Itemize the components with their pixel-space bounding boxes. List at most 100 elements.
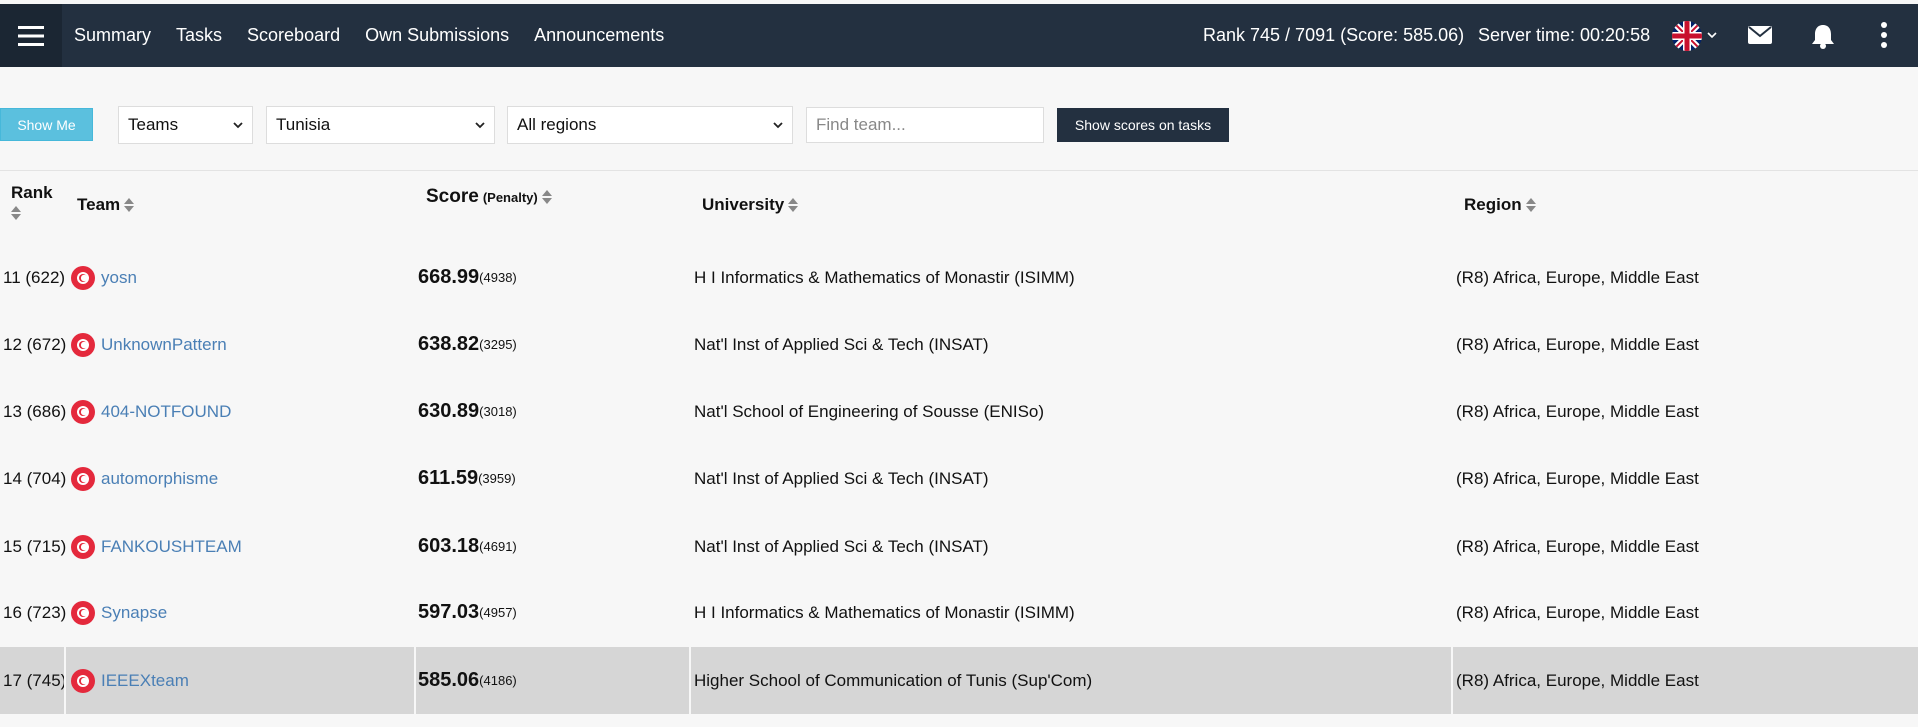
nav-summary[interactable]: Summary [74, 25, 151, 46]
table-row: 15 (715) FANKOUSHTEAM 603.18 (4691) Nat'l In… [0, 513, 1918, 580]
sort-icon[interactable] [11, 205, 21, 221]
rank-cell: 12 (672) [3, 334, 67, 354]
score-value: 603.18 [418, 535, 480, 557]
region-cell: (R8) Africa, Europe, Middle East [1456, 267, 1699, 287]
show-me-button[interactable]: Show Me [0, 108, 93, 141]
score-value: 597.03 [418, 601, 480, 623]
region-cell: (R8) Africa, Europe, Middle East [1456, 401, 1699, 421]
tunisia-flag-icon [71, 332, 95, 357]
hamburger-menu-icon[interactable] [0, 4, 62, 67]
rank-cell: 13 (686) [3, 401, 67, 421]
university-cell: H I Informatics & Mathematics of Monasti… [694, 602, 1075, 622]
penalty-value: (4957) [479, 605, 517, 620]
university-cell: Nat'l Inst of Applied Sci & Tech (INSAT) [694, 468, 989, 488]
team-link[interactable]: automorphisme [101, 469, 218, 489]
show-scores-button[interactable]: Show scores on tasks [1057, 108, 1229, 142]
penalty-value: (3018) [479, 404, 517, 419]
sort-icon[interactable] [541, 189, 552, 205]
team-link[interactable]: FANKOUSHTEAM [101, 537, 242, 557]
score-cell: 585.06 (4186) [418, 647, 517, 714]
uk-flag-icon[interactable] [1672, 21, 1702, 51]
team-cell: automorphisme [71, 445, 218, 512]
chevron-down-icon [772, 117, 784, 137]
mail-icon[interactable] [1748, 25, 1772, 50]
country-select[interactable]: Tunisia [266, 106, 495, 144]
score-cell: 603.18 (4691) [418, 513, 517, 580]
rank-cell: 11 (622) [3, 267, 66, 287]
header-university[interactable]: University [702, 195, 799, 215]
header-team[interactable]: Team [77, 195, 135, 215]
team-link[interactable]: IEEEXteam [101, 671, 189, 691]
penalty-value: (3295) [479, 337, 517, 352]
team-link[interactable]: UnknownPattern [101, 335, 227, 355]
sort-icon[interactable] [124, 197, 135, 213]
nav-own-submissions[interactable]: Own Submissions [365, 25, 509, 46]
tunisia-flag-icon [71, 399, 95, 424]
table-row: 11 (622) yosn 668.99 (4938) H I Informatics … [0, 244, 1918, 311]
university-cell: Higher School of Communication of Tunis … [694, 670, 1093, 690]
score-value: 638.82 [418, 333, 480, 355]
rank-cell: 17 (745) [3, 670, 67, 690]
find-team-input[interactable] [806, 107, 1044, 143]
header-rank[interactable]: Rank [11, 183, 53, 221]
rank-cell: 15 (715) [3, 536, 67, 556]
type-select[interactable]: Teams [118, 106, 253, 144]
team-cell: Synapse [71, 579, 167, 646]
penalty-value: (4186) [479, 673, 517, 688]
tunisia-flag-icon [71, 265, 95, 290]
penalty-value: (4691) [479, 539, 517, 554]
penalty-value: (4938) [479, 270, 517, 285]
tunisia-flag-icon [71, 600, 95, 625]
tunisia-flag-icon [71, 466, 95, 491]
team-cell: yosn [71, 244, 137, 311]
header-region[interactable]: Region [1464, 195, 1536, 215]
server-time: Server time: 00:20:58 [1478, 25, 1651, 45]
column-divider [1451, 647, 1453, 714]
score-value: 668.99 [418, 266, 480, 288]
score-cell: 597.03 (4957) [418, 579, 517, 646]
region-select[interactable]: All regions [507, 106, 793, 144]
university-cell: H I Informatics & Mathematics of Monasti… [694, 267, 1075, 287]
table-row: 12 (672) UnknownPattern 638.82 (3295) Nat'l … [0, 311, 1918, 378]
column-divider [689, 647, 691, 714]
bell-icon[interactable] [1811, 23, 1835, 54]
rank-cell: 14 (704) [3, 468, 67, 488]
team-cell: IEEEXteam [71, 647, 189, 714]
main-nav: Summary Tasks Scoreboard Own Submissions… [74, 4, 664, 67]
university-cell: Nat'l Inst of Applied Sci & Tech (INSAT) [694, 334, 989, 354]
table-row: 16 (723) Synapse 597.03 (4957) H I Informati… [0, 579, 1918, 646]
nav-scoreboard[interactable]: Scoreboard [247, 25, 340, 46]
score-cell: 638.82 (3295) [418, 311, 517, 378]
team-cell: FANKOUSHTEAM [71, 513, 242, 580]
rank-cell: 16 (723) [3, 602, 67, 622]
region-select-value: All regions [517, 115, 597, 134]
score-cell: 668.99 (4938) [418, 244, 517, 311]
team-link[interactable]: 404-NOTFOUND [101, 402, 231, 422]
score-value: 611.59 [418, 467, 479, 489]
region-cell: (R8) Africa, Europe, Middle East [1456, 602, 1699, 622]
sort-icon[interactable] [1525, 197, 1536, 213]
chevron-down-icon [232, 117, 244, 137]
header-score[interactable]: Score (Penalty) [426, 186, 552, 208]
university-cell: Nat'l School of Engineering of Sousse (E… [694, 401, 1045, 421]
kebab-menu-icon[interactable] [1880, 22, 1888, 53]
top-navbar: Summary Tasks Scoreboard Own Submissions… [0, 4, 1918, 67]
filter-toolbar: Show Me Teams Tunisia All regions Show s… [0, 106, 1918, 144]
score-cell: 630.89 (3018) [418, 378, 517, 445]
table-row: 14 (704) automorphisme 611.59 (3959) Nat'l I… [0, 445, 1918, 512]
team-link[interactable]: yosn [101, 268, 137, 288]
chevron-down-icon [474, 117, 486, 137]
penalty-value: (3959) [478, 471, 516, 486]
nav-announcements[interactable]: Announcements [534, 25, 664, 46]
type-select-value: Teams [128, 115, 179, 134]
chevron-down-icon[interactable] [1707, 26, 1717, 42]
nav-tasks[interactable]: Tasks [176, 25, 222, 46]
region-cell: (R8) Africa, Europe, Middle East [1456, 536, 1699, 556]
team-cell: UnknownPattern [71, 311, 227, 378]
university-cell: Nat'l Inst of Applied Sci & Tech (INSAT) [694, 536, 989, 556]
team-link[interactable]: Synapse [101, 603, 167, 623]
sort-icon[interactable] [788, 197, 799, 213]
country-select-value: Tunisia [276, 115, 331, 134]
region-cell: (R8) Africa, Europe, Middle East [1456, 468, 1699, 488]
score-value: 585.06 [418, 669, 480, 691]
